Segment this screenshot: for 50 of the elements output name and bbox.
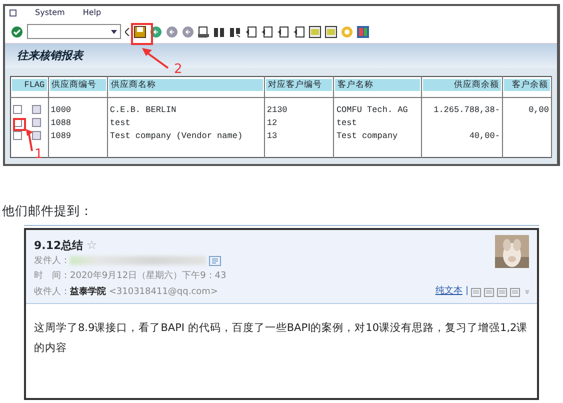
table-cell: 1000 (50, 105, 72, 115)
column-header: 供应商名称 (108, 79, 263, 91)
table-cell: 1089 (50, 131, 72, 141)
enter-icon[interactable] (11, 26, 23, 38)
arrow (140, 46, 170, 70)
email-body: 这周学了8.9课接口，看了BAPI 的代码，百度了一些BAPI的案例，对10课没有思路，复习了增强1,2课的内容 (33, 320, 529, 356)
row-checkbox[interactable] (13, 131, 22, 140)
column-header: 客户余额 (504, 79, 550, 91)
table-cell: 12 (266, 118, 278, 128)
table-cell: Test company (Vendor name) (110, 131, 243, 141)
window-menu-icon[interactable] (9, 9, 17, 17)
contact-card-icon[interactable] (208, 256, 221, 266)
dropdown-icon[interactable] (111, 30, 117, 34)
table-cell: Test company (336, 131, 398, 141)
table-cell: test (336, 118, 357, 128)
table-cell: 40,00- (469, 131, 500, 141)
column-header: 供应商编号 (50, 79, 106, 91)
table-cell: 1.265.788,38- (434, 105, 500, 115)
table-cell: 13 (266, 131, 278, 141)
column-header: FLAG (12, 79, 47, 91)
annotation-number: 2 (174, 60, 182, 78)
column-header: 供应商余额 (422, 79, 501, 91)
table-cell: test (110, 118, 130, 128)
plain-text-link[interactable]: 纯文本 (435, 285, 462, 299)
table-cell: 1088 (50, 118, 72, 128)
highlight-box (131, 22, 153, 44)
intro-text: 他们邮件提到： (2, 202, 94, 220)
flag-checkbox[interactable] (32, 131, 41, 140)
command-field[interactable] (27, 24, 121, 39)
flag-checkbox[interactable] (32, 118, 41, 128)
flag-checkbox[interactable] (32, 105, 41, 114)
email-time: 时 间：2020年9月12日（星期六）下午9：43 (34, 270, 228, 284)
highlight-box (13, 118, 26, 132)
menu-item[interactable]: System (35, 7, 65, 19)
save-icon[interactable] (134, 26, 146, 38)
email-recipient: 收件人：益泰学院 <310318411@qq.com> (34, 285, 218, 300)
menu-item[interactable]: Help (82, 7, 102, 19)
separator-text: | (465, 285, 468, 298)
collapse-icon[interactable] (125, 28, 130, 36)
back-icon[interactable] (150, 26, 162, 38)
column-header: 对应客户编号 (266, 79, 332, 91)
table-cell: COMFU Tech. AG (336, 105, 408, 115)
email-subject: 9.12总结 (34, 238, 84, 252)
row-checkbox[interactable] (13, 105, 22, 114)
table-cell: C.E.B. BERLIN (110, 105, 176, 115)
column-header: 客户名称 (335, 79, 420, 91)
sender-label: 发件人： (34, 256, 70, 266)
arrow (26, 129, 32, 152)
table-cell: 0,00 (528, 105, 549, 115)
table-cell: 2130 (266, 105, 288, 115)
